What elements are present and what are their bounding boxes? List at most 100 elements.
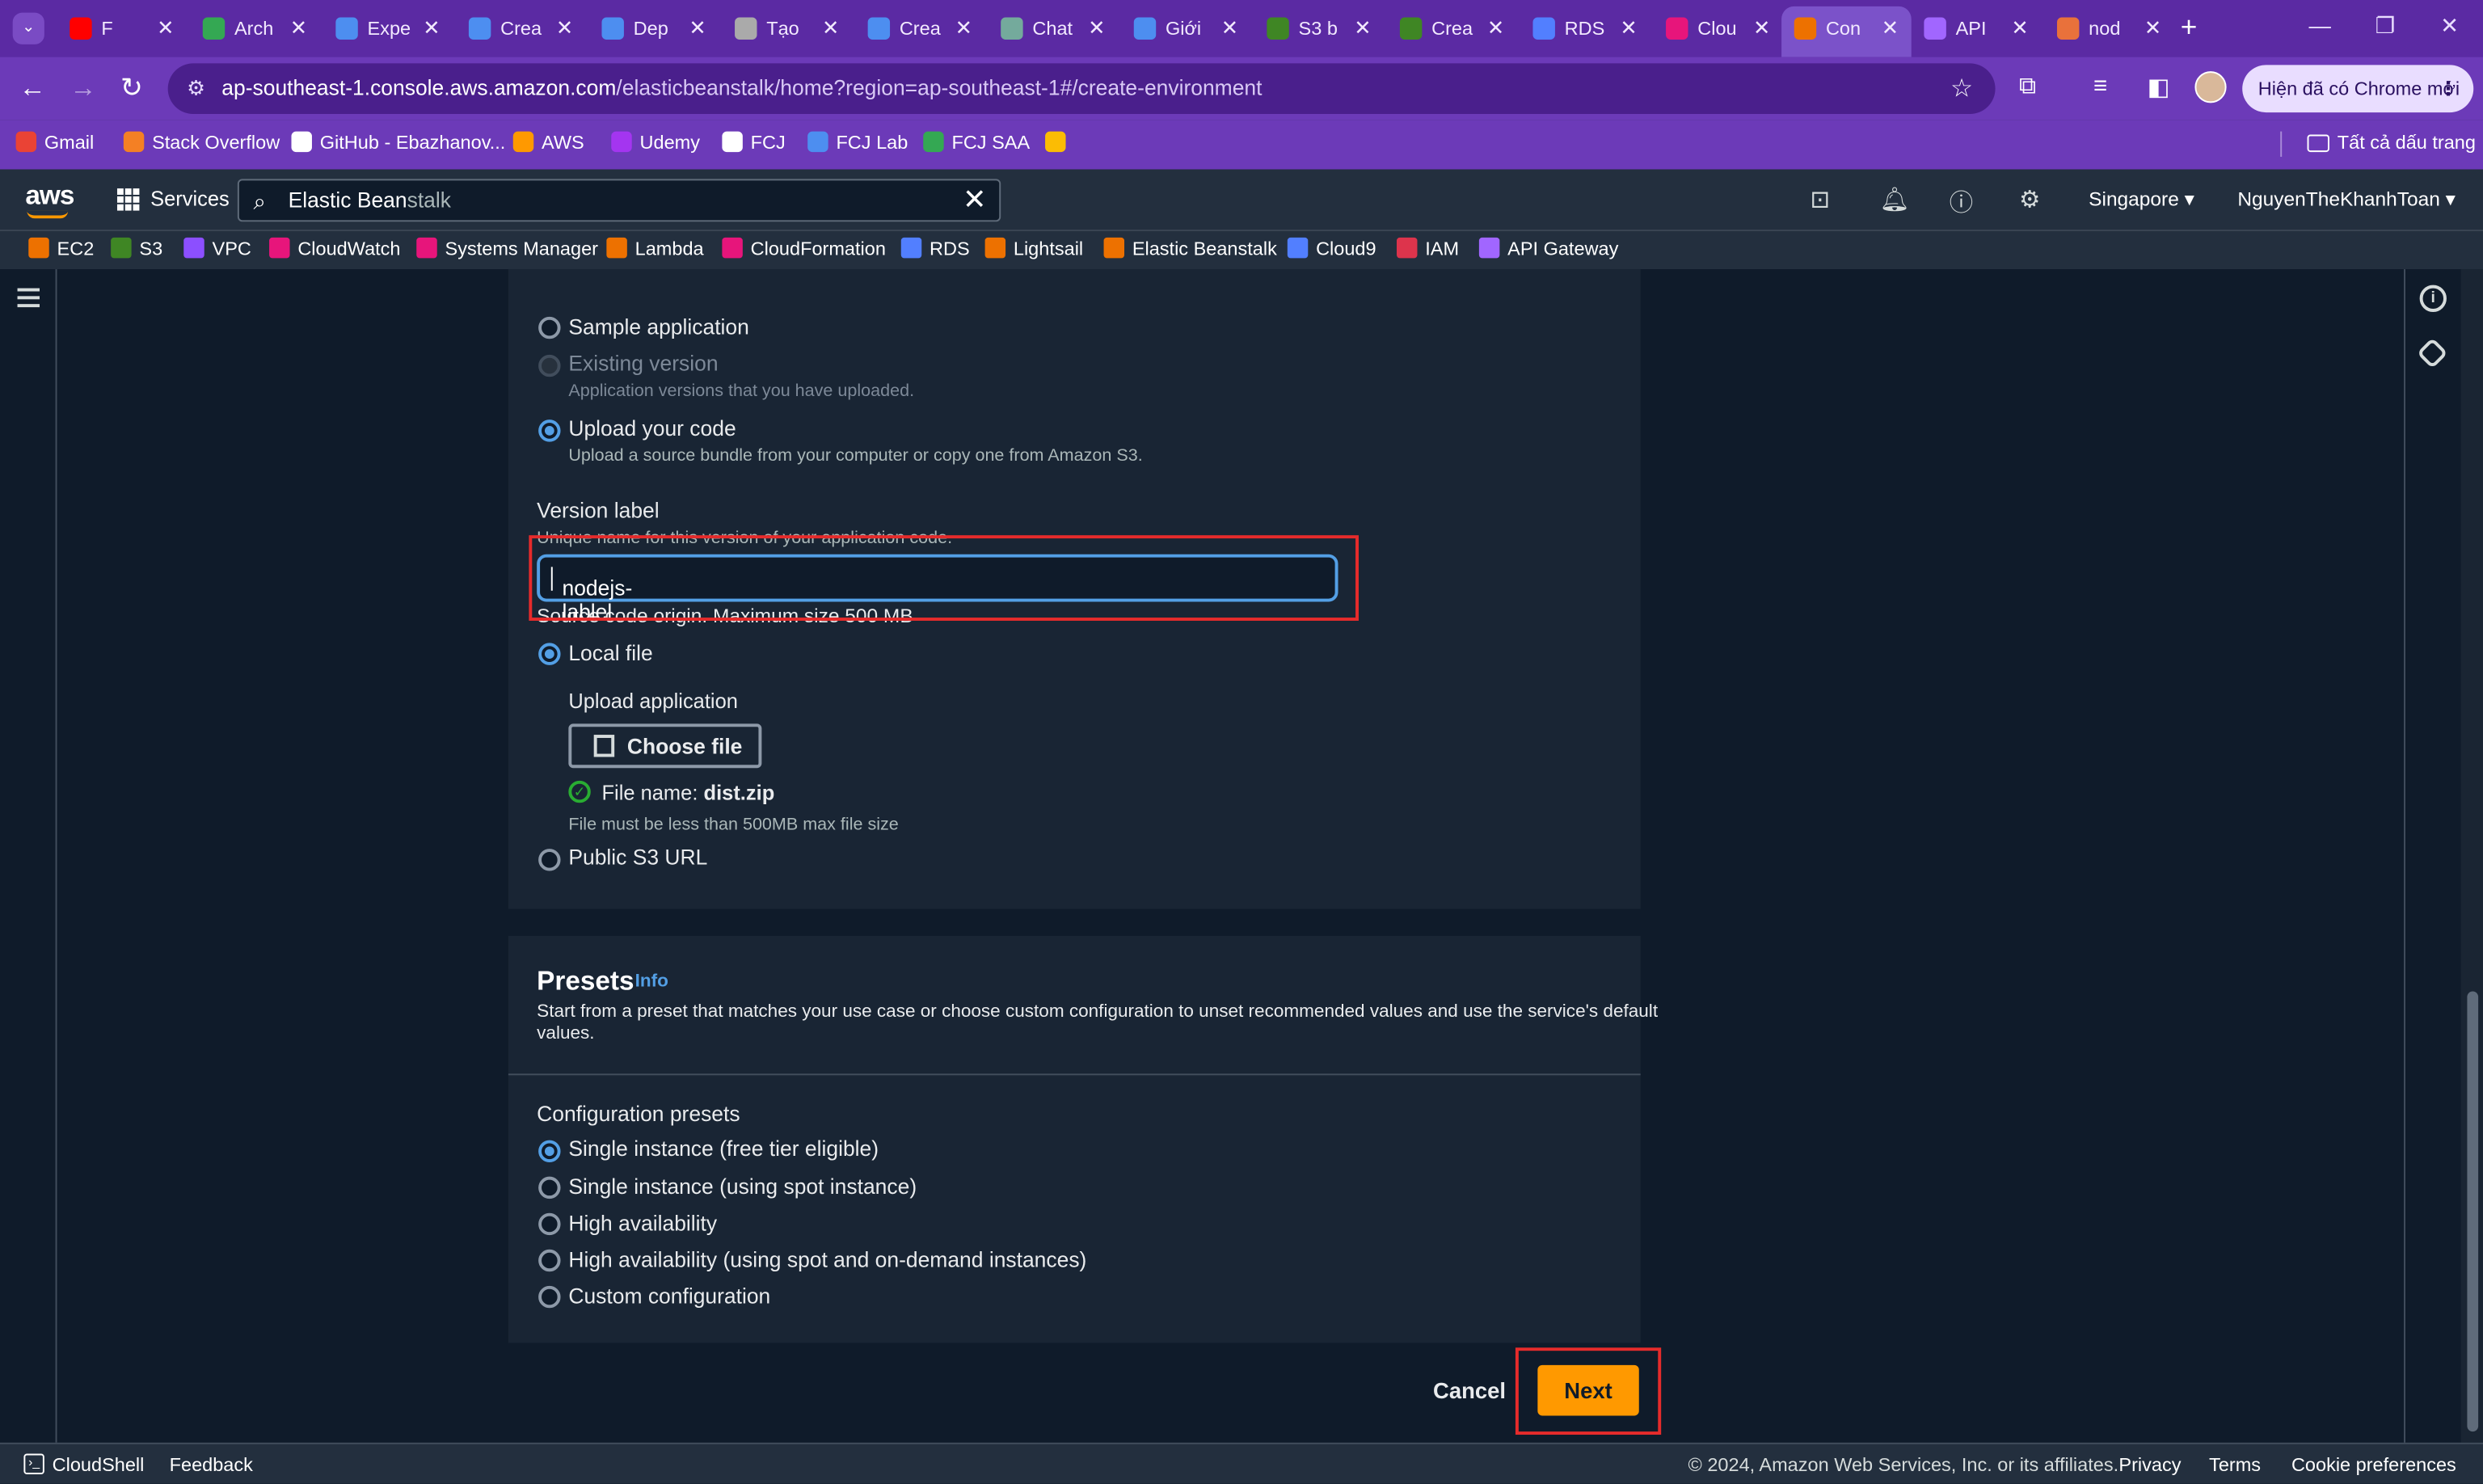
browser-tab[interactable]: Clou ✕ [1653, 6, 1783, 51]
privacy-link[interactable]: Privacy [2118, 1454, 2181, 1476]
aws-logo[interactable]: aws [25, 180, 74, 219]
bookmark-item[interactable]: FCJ [722, 131, 786, 154]
favorite-service-link[interactable]: CloudFormation [722, 237, 886, 259]
tab-close-icon[interactable]: ✕ [157, 16, 174, 41]
radio-high-availability[interactable] [538, 1212, 561, 1236]
tab-close-icon[interactable]: ✕ [1088, 16, 1105, 41]
favorite-service-link[interactable]: Elastic Beanstalk [1103, 237, 1277, 259]
feedback-link[interactable]: Feedback [170, 1454, 253, 1476]
cookie-preferences-link[interactable]: Cookie preferences [2291, 1454, 2456, 1476]
terms-link[interactable]: Terms [2209, 1454, 2261, 1476]
new-tab-button[interactable]: + [2181, 11, 2198, 44]
tab-close-icon[interactable]: ✕ [290, 16, 307, 41]
radio-single-instance-free-tier[interactable] [538, 1140, 561, 1163]
browser-tab[interactable]: S3 b ✕ [1254, 6, 1385, 51]
extensions-icon[interactable]: ⧉ [2019, 73, 2036, 99]
side-panel-icon[interactable]: ◧ [2148, 73, 2170, 101]
tab-close-icon[interactable]: ✕ [955, 16, 972, 41]
account-menu[interactable]: NguyenTheKhanhToan ▾ [2237, 187, 2456, 210]
window-close-icon[interactable]: ✕ [2440, 13, 2459, 40]
browser-tab[interactable]: Crea ✕ [1387, 6, 1517, 51]
forward-icon[interactable]: → [70, 73, 96, 104]
favorite-service-link[interactable]: Lightsail [984, 237, 1083, 259]
browser-tab[interactable]: RDS ✕ [1520, 6, 1650, 51]
bookmark-item[interactable]: Udemy [611, 131, 700, 154]
browser-tab[interactable]: nod ✕ [2044, 6, 2174, 51]
radio-single-instance-spot[interactable] [538, 1176, 561, 1199]
cloudshell-footer-icon[interactable]: ›_ [23, 1453, 44, 1475]
console-search-input[interactable]: ⌕ Elastic Beanstalk ✕ [237, 179, 1001, 222]
favorite-service-link[interactable]: Cloud9 [1287, 237, 1376, 259]
tab-close-icon[interactable]: ✕ [2011, 16, 2028, 41]
chrome-update-button[interactable]: Hiện đã có Chrome mới ⋮ [2242, 65, 2474, 113]
tab-close-icon[interactable]: ✕ [689, 16, 706, 41]
hamburger-menu-icon[interactable] [17, 288, 40, 312]
settings-gear-icon[interactable]: ⚙ [2019, 185, 2040, 213]
cloudshell-link[interactable]: CloudShell [53, 1454, 145, 1476]
address-bar[interactable]: ⚙ ap-southeast-1.console.aws.amazon.com/… [167, 63, 1996, 115]
radio-local-file[interactable] [538, 643, 561, 665]
favorite-service-link[interactable]: S3 [111, 237, 162, 259]
bookmark-item[interactable]: AWS [512, 131, 584, 154]
favorite-service-link[interactable]: CloudWatch [269, 237, 401, 259]
favorite-service-link[interactable]: VPC [183, 237, 251, 259]
media-controls-icon[interactable]: ≡ [2093, 73, 2107, 99]
choose-file-button[interactable]: Choose file [568, 723, 762, 769]
tab-search-button[interactable]: ⌄ [12, 12, 44, 44]
favorite-service-link[interactable]: IAM [1397, 237, 1459, 259]
browser-tab[interactable]: Crea ✕ [855, 6, 985, 51]
browser-tab[interactable]: Crea ✕ [456, 6, 586, 51]
restore-icon[interactable]: ❐ [2376, 13, 2396, 40]
browser-tab[interactable]: Giới ✕ [1121, 6, 1251, 51]
favorite-service-link[interactable]: RDS [900, 237, 970, 259]
favorite-service-link[interactable]: Lambda [606, 237, 704, 259]
favorite-service-link[interactable]: API Gateway [1478, 237, 1618, 259]
clear-search-icon[interactable]: ✕ [963, 183, 987, 217]
tab-close-icon[interactable]: ✕ [1354, 16, 1371, 41]
region-selector[interactable]: Singapore ▾ [2089, 187, 2194, 210]
services-menu[interactable]: Services [150, 187, 230, 210]
tab-close-icon[interactable]: ✕ [1487, 16, 1504, 41]
bookmark-item[interactable]: Gmail [15, 131, 94, 154]
tab-close-icon[interactable]: ✕ [556, 16, 573, 41]
browser-tab[interactable]: Expe ✕ [323, 6, 453, 51]
tab-close-icon[interactable]: ✕ [2144, 16, 2161, 41]
bookmark-item[interactable]: GitHub - Ebazhanov... [291, 131, 505, 154]
notifications-bell-icon[interactable]: 🔔︎ [1880, 185, 1910, 213]
site-info-icon[interactable]: ⚙ [187, 76, 212, 101]
profile-avatar[interactable] [2194, 71, 2227, 103]
bookmark-item[interactable]: FCJ SAA [923, 131, 1030, 154]
browser-tab[interactable]: Arch ✕ [190, 6, 320, 51]
tutorials-icon[interactable] [2416, 337, 2448, 369]
page-scrollbar[interactable] [2460, 269, 2483, 1443]
tab-close-icon[interactable]: ✕ [1753, 16, 1770, 41]
browser-tab[interactable]: Dep ✕ [589, 6, 719, 51]
bookmark-item[interactable] [1045, 131, 1073, 154]
bookmark-item[interactable]: FCJ Lab [807, 131, 908, 154]
tab-close-icon[interactable]: ✕ [822, 16, 839, 41]
bookmark-item[interactable]: Stack Overflow [123, 131, 280, 154]
tab-close-icon[interactable]: ✕ [1620, 16, 1637, 41]
tab-close-icon[interactable]: ✕ [1882, 16, 1899, 41]
browser-tab[interactable]: F ✕ [57, 6, 188, 51]
tab-close-icon[interactable]: ✕ [423, 16, 440, 41]
services-grid-icon[interactable] [116, 188, 140, 211]
radio-upload-your-code[interactable] [538, 419, 561, 442]
all-bookmarks-button[interactable]: Tất cả dấu trang [2307, 132, 2476, 154]
radio-high-availability-spot-on-demand[interactable] [538, 1249, 561, 1272]
presets-info-link[interactable]: Info [635, 972, 668, 992]
bookmark-star-icon[interactable]: ☆ [1950, 73, 1973, 104]
info-panel-icon[interactable]: i [2419, 285, 2447, 312]
browser-tab[interactable]: Chat ✕ [989, 6, 1119, 51]
favorite-service-link[interactable]: Systems Manager [416, 237, 598, 259]
browser-tab[interactable]: Con ✕ [1781, 6, 1912, 57]
browser-tab[interactable]: API ✕ [1912, 6, 2042, 51]
minimize-icon[interactable]: — [2308, 13, 2330, 38]
scrollbar-thumb[interactable] [2467, 991, 2479, 1432]
help-icon[interactable]: ⓘ [1950, 185, 1973, 218]
browser-tab[interactable]: Tạo ✕ [722, 6, 852, 51]
favorite-service-link[interactable]: EC2 [28, 237, 94, 259]
tab-close-icon[interactable]: ✕ [1221, 16, 1238, 41]
radio-sample-application[interactable] [538, 316, 561, 339]
cloudshell-icon[interactable]: ⊡ [1810, 185, 1830, 213]
